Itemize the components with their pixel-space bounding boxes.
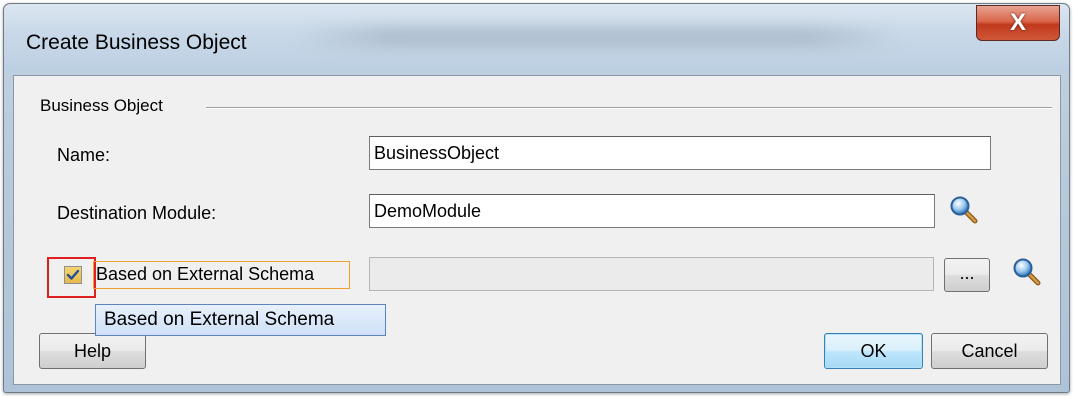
- tooltip-text: Based on External Schema: [104, 309, 335, 330]
- group-title: Business Object: [40, 96, 163, 115]
- title-bar-blur: [299, 26, 899, 48]
- dialog-body: Business Object Name: BusinessObject Des…: [13, 75, 1061, 385]
- schema-search-icon[interactable]: [1012, 257, 1042, 287]
- group-divider: [206, 107, 1052, 109]
- browse-button[interactable]: ...: [944, 258, 990, 292]
- destination-search-icon[interactable]: [949, 195, 979, 225]
- destination-module-label: Destination Module:: [57, 203, 217, 223]
- name-label: Name:: [57, 145, 111, 165]
- destination-module-input-value: DemoModule: [374, 200, 482, 221]
- ok-button-label: OK: [860, 340, 887, 361]
- ok-button[interactable]: OK: [824, 333, 923, 369]
- external-schema-checkbox[interactable]: [64, 266, 82, 284]
- close-button[interactable]: X: [976, 5, 1060, 41]
- browse-button-label: ...: [959, 262, 975, 283]
- checkmark-icon: [66, 269, 80, 280]
- close-icon: X: [1009, 9, 1026, 36]
- help-button-label: Help: [73, 340, 112, 361]
- destination-module-input[interactable]: DemoModule: [369, 194, 935, 228]
- cancel-button-label: Cancel: [961, 340, 1018, 361]
- external-schema-label[interactable]: Based on External Schema: [96, 264, 314, 285]
- name-input-value: BusinessObject: [374, 142, 500, 163]
- dialog-title: Create Business Object: [26, 31, 247, 54]
- tooltip: Based on External Schema: [95, 304, 386, 336]
- help-button[interactable]: Help: [39, 333, 146, 369]
- name-input[interactable]: BusinessObject: [369, 136, 991, 170]
- cancel-button[interactable]: Cancel: [931, 333, 1048, 369]
- external-schema-input[interactable]: [369, 257, 934, 291]
- title-bar[interactable]: Create Business Object: [4, 4, 1069, 72]
- create-business-object-dialog: Create Business Object X Business Object…: [3, 3, 1070, 393]
